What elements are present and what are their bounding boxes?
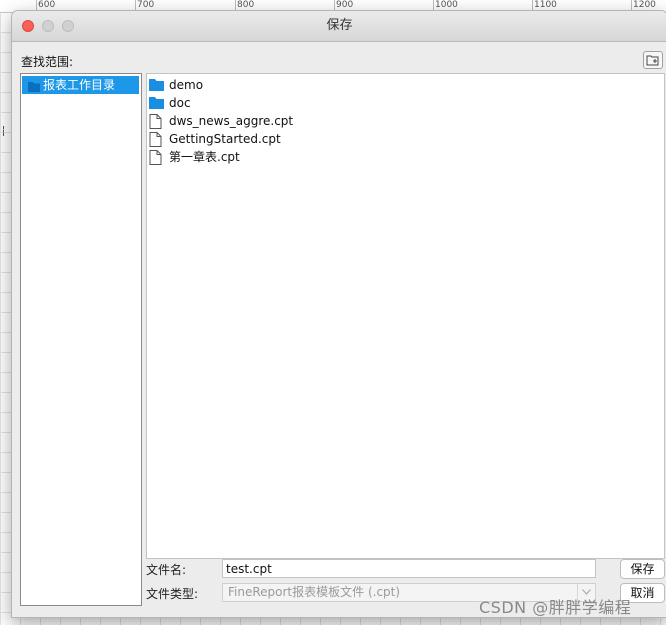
save-button[interactable]: 保存 — [620, 559, 665, 579]
folder-icon — [28, 79, 40, 97]
watermark: CSDN @胖胖学编程 — [479, 598, 632, 617]
look-in-label: 查找范围: — [21, 55, 74, 69]
sidebar: 报表工作目录 — [20, 73, 142, 606]
new-folder-button[interactable] — [643, 51, 663, 69]
folder-icon — [149, 96, 164, 114]
file-name: dws_news_aggre.cpt — [169, 114, 294, 128]
new-folder-icon — [646, 55, 659, 66]
file-name: 第一章表.cpt — [169, 150, 240, 164]
file-icon — [149, 132, 162, 152]
file-icon — [149, 114, 162, 134]
filename-input[interactable] — [222, 559, 596, 578]
title-bar: 保存 — [12, 11, 666, 42]
folder-icon — [149, 78, 164, 96]
background-marker — [3, 126, 5, 136]
sidebar-item-report-directory[interactable]: 报表工作目录 — [22, 76, 139, 94]
filename-label: 文件名: — [146, 563, 187, 577]
file-name: demo — [169, 78, 204, 92]
file-list: demo doc dws_news_aggre.cpt GettingStart… — [146, 73, 665, 559]
file-icon — [149, 150, 162, 170]
filetype-value: FineReport报表模板文件 (.cpt) — [228, 585, 401, 599]
file-name: doc — [169, 96, 191, 110]
filetype-label: 文件类型: — [146, 587, 199, 601]
sidebar-item-label: 报表工作目录 — [43, 78, 116, 92]
dialog-title: 保存 — [326, 18, 353, 33]
save-dialog: 保存 查找范围: 报表工作目录 demo doc dws_news_aggre.… — [11, 10, 666, 618]
file-name: GettingStarted.cpt — [169, 132, 281, 146]
